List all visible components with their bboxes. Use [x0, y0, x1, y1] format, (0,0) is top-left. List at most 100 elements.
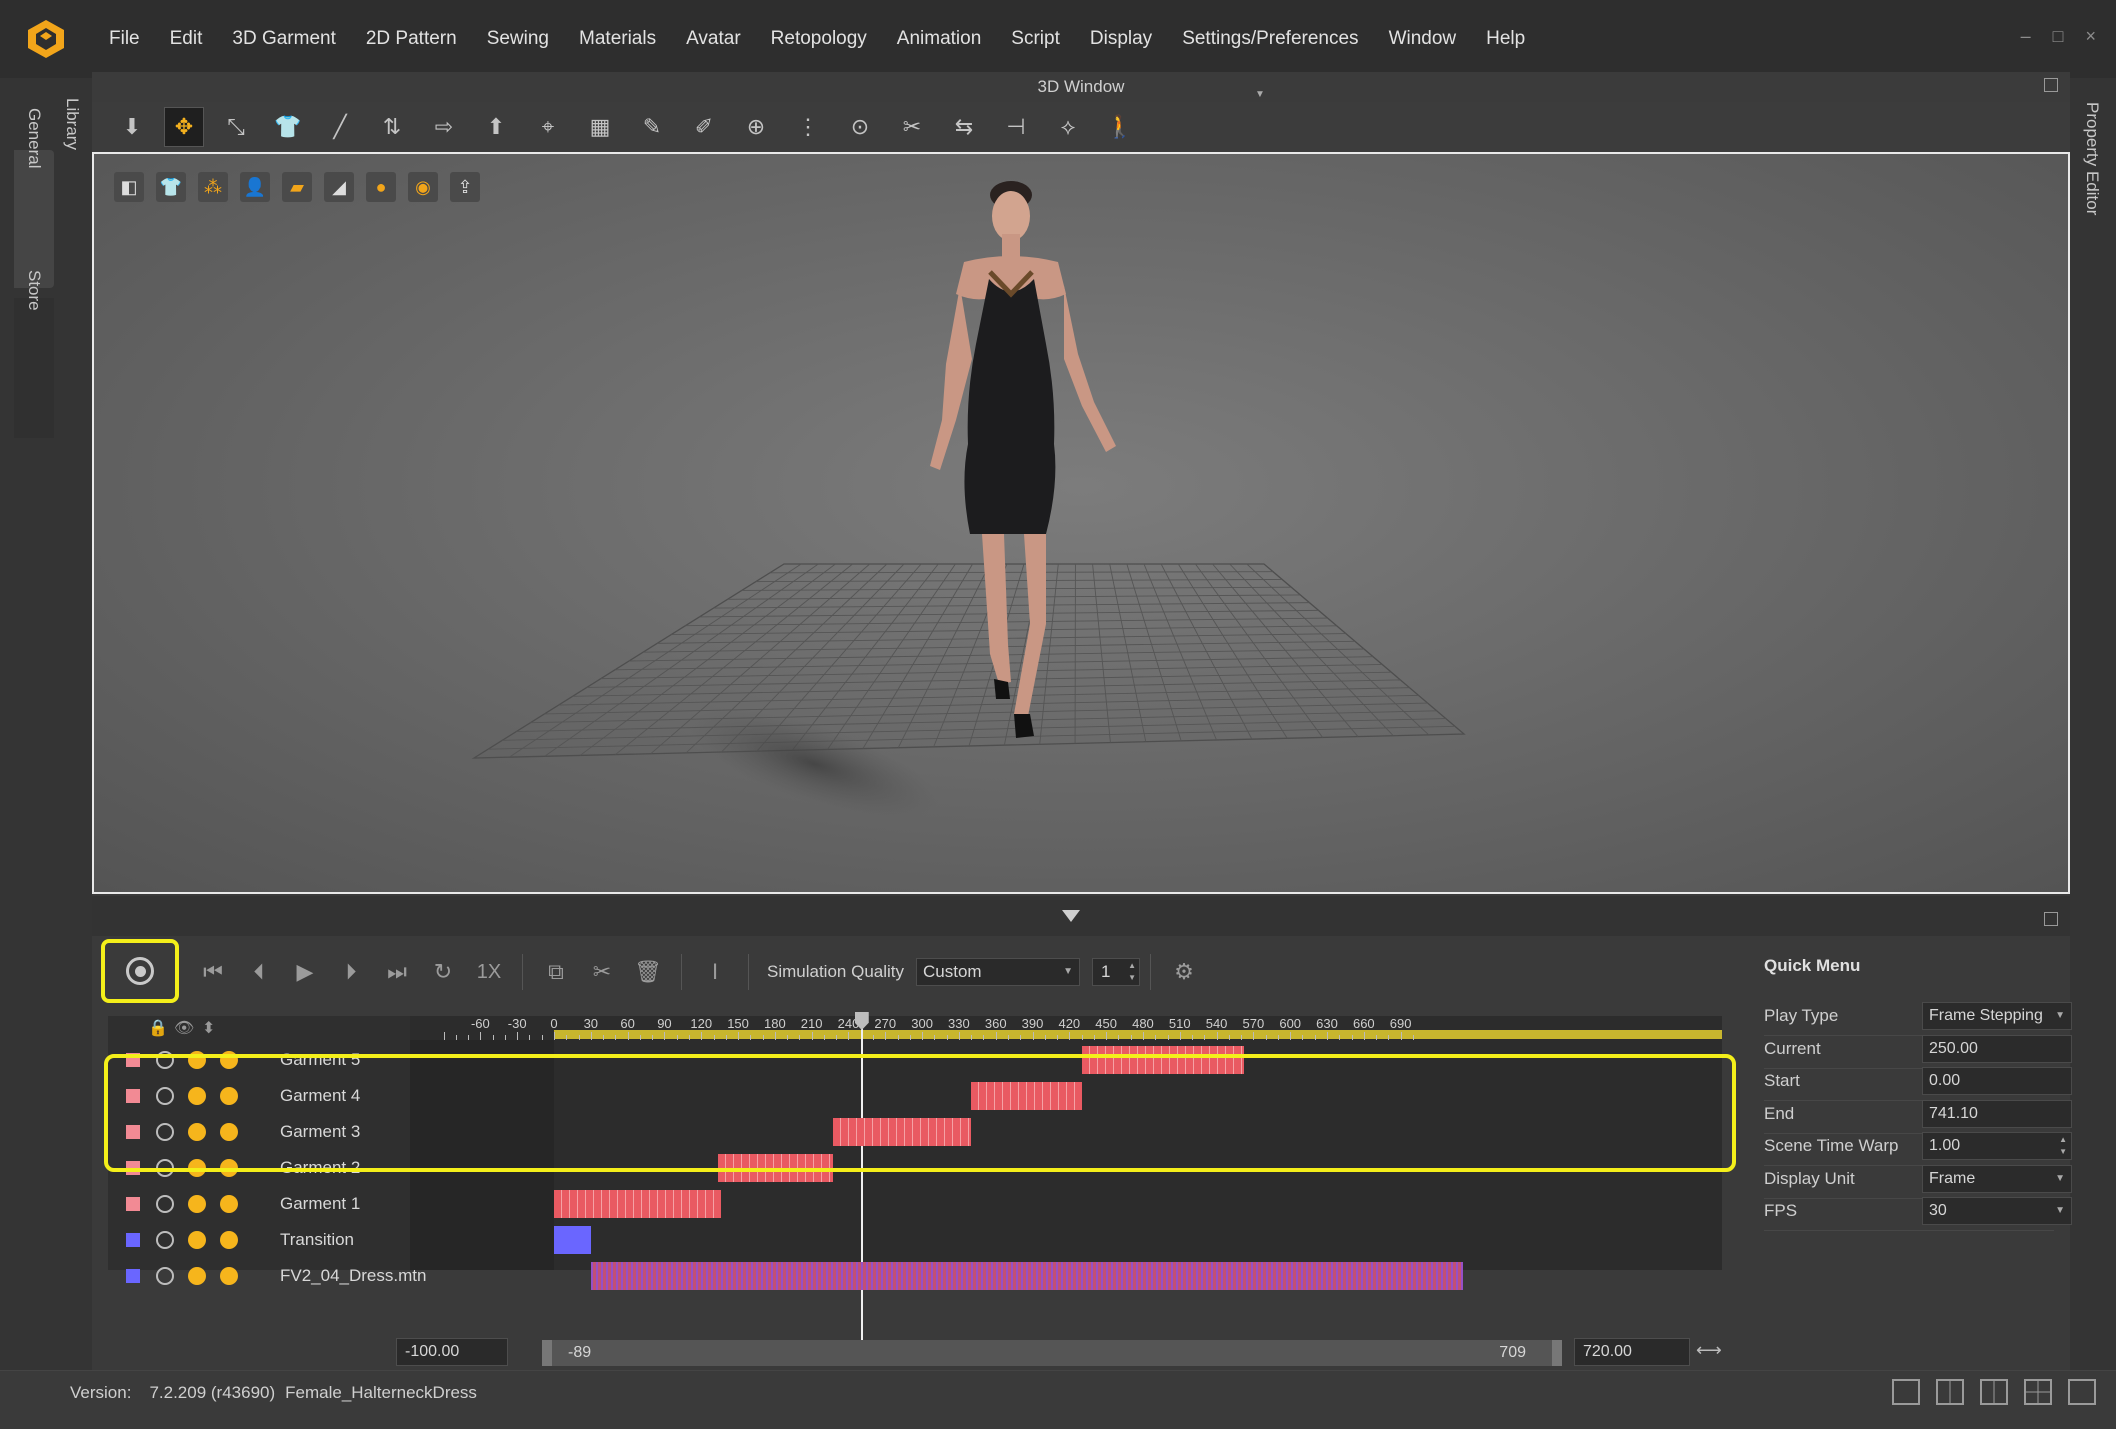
menu-script[interactable]: Script — [996, 28, 1075, 50]
quick-menu-field[interactable]: 1.00 ▲ ▼ — [1922, 1132, 2072, 1160]
panel-splitter[interactable] — [92, 896, 2070, 936]
step-stepper[interactable]: 1 ▲ ▼ — [1092, 958, 1141, 986]
timeline-clip[interactable] — [554, 1226, 591, 1254]
viewport-3d[interactable]: ◧ 👕 ⁂ 👤 ▰ ◢ ● ◉ ⇪ — [92, 152, 2070, 894]
menu-sewing[interactable]: Sewing — [472, 28, 564, 50]
layout-quad-icon[interactable] — [2024, 1379, 2052, 1405]
sewing-icon[interactable]: ✎ — [632, 107, 672, 147]
track-select-toggle[interactable] — [156, 1087, 174, 1105]
garment-view-icon[interactable]: ◧ — [114, 172, 144, 202]
range-right-handle[interactable] — [1552, 1340, 1562, 1366]
menu-display[interactable]: Display — [1075, 28, 1167, 50]
zip-icon[interactable]: ⋮ — [788, 107, 828, 147]
speed-button[interactable]: 1X — [466, 949, 512, 995]
tab-library-label[interactable]: Library — [62, 98, 82, 150]
quick-menu-field[interactable]: 0.00 — [1922, 1067, 2072, 1095]
track-visibility-toggle[interactable] — [188, 1051, 206, 1069]
timeline-clip[interactable] — [971, 1082, 1082, 1110]
layout-split-icon[interactable] — [1936, 1379, 1964, 1405]
track-visibility-toggle[interactable] — [188, 1267, 206, 1285]
menu-retopology[interactable]: Retopology — [756, 28, 882, 50]
menu-animation[interactable]: Animation — [882, 28, 997, 50]
text-cursor-icon[interactable]: Ι — [692, 949, 738, 995]
timeline-ruler[interactable]: -60 -30 0 30 60 90 120 150 180 210 240 270 300 330 360… — [410, 1016, 1722, 1040]
quick-menu-field[interactable]: 250.00 — [1922, 1034, 2072, 1063]
trash-icon[interactable]: 🗑 — [625, 949, 671, 995]
timeline-clip[interactable] — [590, 1262, 1464, 1290]
track-lock-toggle[interactable] — [220, 1087, 238, 1105]
skip-to-end-icon[interactable]: ⏭ — [374, 949, 420, 995]
texture-icon[interactable]: ▰ — [282, 172, 312, 202]
timeline-clip[interactable] — [554, 1190, 721, 1218]
menu-settings-preferences[interactable]: Settings/Preferences — [1167, 28, 1373, 50]
skip-to-start-icon[interactable]: ⏮ — [190, 949, 236, 995]
fit-range-icon[interactable]: ⟷ — [1696, 1340, 1722, 1361]
move-down-icon[interactable]: ⬇ — [112, 107, 152, 147]
loop-icon[interactable]: ↻ — [420, 949, 466, 995]
tab-property-editor[interactable]: Property Editor — [2082, 102, 2102, 215]
track-lock-toggle[interactable] — [220, 1159, 238, 1177]
playhead[interactable] — [854, 1012, 869, 1346]
menu-help[interactable]: Help — [1471, 28, 1540, 50]
collapse-arrow-icon[interactable] — [1062, 910, 1080, 922]
range-start-field[interactable]: -100.00 — [396, 1338, 508, 1366]
quick-menu-field[interactable]: 741.10 — [1922, 1099, 2072, 1128]
step-forward-icon[interactable]: ⏵ — [328, 949, 374, 995]
select-move-icon[interactable]: ✥ — [164, 107, 204, 147]
grid-icon[interactable]: ▦ — [580, 107, 620, 147]
pin-icon[interactable]: ╱ — [320, 107, 360, 147]
track-visibility-toggle[interactable] — [188, 1159, 206, 1177]
tool-icon[interactable]: ⟡ — [1048, 107, 1088, 147]
timeline[interactable]: -60 -30 0 30 60 90 120 150 180 210 240 270 300 330 360… — [410, 1012, 1722, 1346]
walk-icon[interactable]: 🚶 — [1100, 107, 1140, 147]
layout-single-icon[interactable] — [1892, 1379, 1920, 1405]
spinner-icon[interactable]: ▲ ▼ — [1128, 960, 1136, 984]
track-select-toggle[interactable] — [156, 1051, 174, 1069]
simulation-quality-select[interactable]: Custom ▼ — [916, 958, 1081, 986]
track-lock-toggle[interactable] — [220, 1267, 238, 1285]
track-select-toggle[interactable] — [156, 1159, 174, 1177]
globe-icon[interactable]: ◉ — [408, 172, 438, 202]
tab-general-label[interactable]: General — [24, 108, 44, 168]
lock-icon[interactable]: 🔒 — [148, 1018, 168, 1038]
layout-reset-icon[interactable] — [2068, 1379, 2096, 1405]
arrange-icon[interactable]: ⇨ — [424, 107, 464, 147]
layout-three-icon[interactable] — [1980, 1379, 2008, 1405]
track-row[interactable]: FV2_04_Dress.mtn — [108, 1258, 426, 1294]
record-button[interactable] — [101, 939, 179, 1003]
timeline-clip[interactable] — [1081, 1046, 1244, 1074]
track-lock-toggle[interactable] — [220, 1195, 238, 1213]
track-select-toggle[interactable] — [156, 1267, 174, 1285]
spinner-icon[interactable]: ▲ ▼ — [2059, 1134, 2067, 1158]
track-lock-toggle[interactable] — [220, 1123, 238, 1141]
maximize-icon[interactable]: □ — [2053, 26, 2064, 47]
quick-menu-field[interactable]: Frame ▼ — [1922, 1164, 2072, 1193]
head-icon[interactable]: ● — [366, 172, 396, 202]
fold-icon[interactable]: ⇅ — [372, 107, 412, 147]
close-icon[interactable]: × — [2085, 26, 2096, 47]
trim-icon[interactable]: ✂ — [892, 107, 932, 147]
track-select-toggle[interactable] — [156, 1231, 174, 1249]
range-slider[interactable]: -89 709 — [542, 1340, 1562, 1366]
transform-icon[interactable]: ⤡ — [216, 107, 256, 147]
range-left-handle[interactable] — [542, 1340, 552, 1366]
menu-2d-pattern[interactable]: 2D Pattern — [351, 28, 472, 50]
move-icon[interactable]: ⬍ — [202, 1018, 215, 1038]
track-visibility-toggle[interactable] — [188, 1123, 206, 1141]
scissors-icon[interactable]: ✂ — [579, 949, 625, 995]
button-icon[interactable]: ⊙ — [840, 107, 880, 147]
popout-icon[interactable] — [2044, 912, 2058, 926]
tab-store[interactable] — [14, 298, 54, 438]
menu-materials[interactable]: Materials — [564, 28, 671, 50]
copy-icon[interactable]: ⧉ — [533, 949, 579, 995]
menu-3d-garment[interactable]: 3D Garment — [217, 28, 350, 50]
step-back-icon[interactable]: ⏴ — [236, 949, 282, 995]
avatar-icon[interactable]: 👤 — [240, 172, 270, 202]
align-icon[interactable]: ⊣ — [996, 107, 1036, 147]
track-visibility-toggle[interactable] — [188, 1195, 206, 1213]
track-row[interactable]: Garment 3 — [108, 1114, 410, 1150]
track-row[interactable]: Garment 2 — [108, 1150, 410, 1186]
points-icon[interactable]: ⁂ — [198, 172, 228, 202]
track-row[interactable]: Transition — [108, 1222, 410, 1258]
track-visibility-toggle[interactable] — [188, 1231, 206, 1249]
